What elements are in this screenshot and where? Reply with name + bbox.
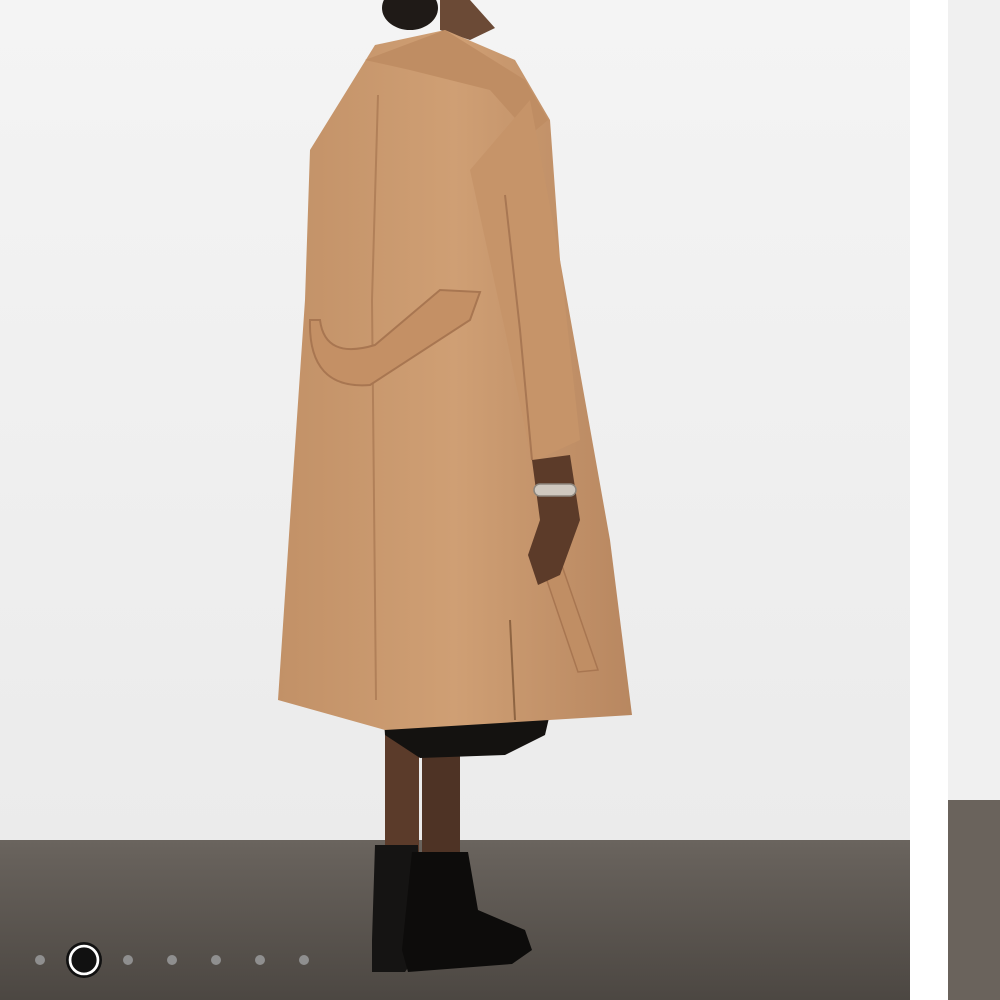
product-image-carousel[interactable] [0,0,1000,1000]
carousel-dot[interactable] [167,955,177,965]
product-photo-next [948,0,1000,1000]
carousel-dot[interactable] [299,955,309,965]
carousel-slide-next-peek[interactable] [948,0,1000,1000]
product-photo-coat-back-view [0,0,910,1000]
carousel-dot[interactable] [35,955,45,965]
carousel-dot[interactable] [211,955,221,965]
carousel-dot[interactable] [255,955,265,965]
silver-chain-bracelet [533,483,577,497]
carousel-pagination [30,940,314,980]
carousel-slide-current[interactable] [0,0,910,1000]
carousel-dot[interactable] [123,955,133,965]
carousel-dot-active[interactable] [68,944,100,976]
